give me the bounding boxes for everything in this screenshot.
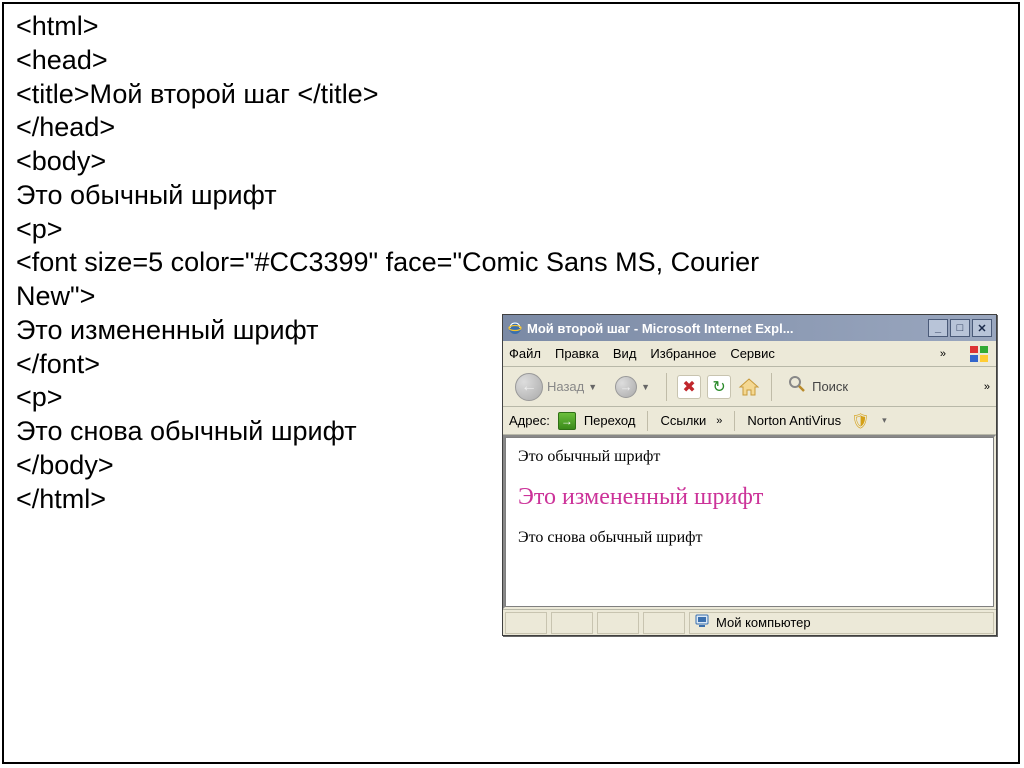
search-label: Поиск <box>812 379 848 394</box>
toolbar-separator <box>771 373 772 401</box>
navigation-toolbar: ← Назад ▼ → ▼ ✖ ↻ Поиск » <box>503 367 996 407</box>
antivirus-label[interactable]: Norton AntiVirus <box>747 413 841 428</box>
address-label: Адрес: <box>509 413 550 428</box>
menu-service[interactable]: Сервис <box>730 346 775 361</box>
back-label: Назад <box>547 379 584 394</box>
computer-icon <box>694 614 710 631</box>
status-cell <box>597 612 639 634</box>
windows-flag-icon <box>968 343 990 365</box>
toolbar-separator <box>734 411 735 431</box>
menu-bar: Файл Правка Вид Избранное Сервис » <box>503 341 996 367</box>
status-bar: Мой компьютер <box>503 609 996 635</box>
antivirus-dropdown-icon: ▾ <box>882 415 887 426</box>
status-zone-text: Мой компьютер <box>716 615 811 630</box>
forward-arrow-icon: → <box>615 376 637 398</box>
toolbar-separator <box>666 373 667 401</box>
menu-edit[interactable]: Правка <box>555 346 599 361</box>
go-icon[interactable]: → <box>558 412 576 430</box>
forward-dropdown-icon: ▼ <box>641 382 650 392</box>
status-cell <box>551 612 593 634</box>
menu-file[interactable]: Файл <box>509 346 541 361</box>
links-label[interactable]: Ссылки <box>660 413 706 428</box>
status-zone: Мой компьютер <box>689 612 994 634</box>
rendered-line-1: Это обычный шрифт <box>518 448 981 466</box>
ie-app-icon <box>507 320 523 336</box>
home-icon[interactable] <box>737 375 761 399</box>
back-arrow-icon: ← <box>515 373 543 401</box>
status-cell <box>505 612 547 634</box>
search-icon <box>788 375 806 398</box>
address-toolbar: Адрес: → Переход Ссылки » Norton AntiVir… <box>503 407 996 435</box>
antivirus-icon: 🛡 <box>851 412 870 430</box>
back-dropdown-icon: ▼ <box>588 382 597 392</box>
titlebar[interactable]: Мой второй шаг - Microsoft Internet Expl… <box>503 315 996 341</box>
minimize-button[interactable]: _ <box>928 319 948 337</box>
links-overflow-icon[interactable]: » <box>716 415 722 427</box>
slide-frame: <html> <head> <title>Мой второй шаг </ti… <box>2 2 1020 764</box>
back-button[interactable]: ← Назад ▼ <box>509 369 603 405</box>
page-content: Это обычный шрифт Это измененный шрифт Э… <box>505 437 994 607</box>
stop-icon[interactable]: ✖ <box>677 375 701 399</box>
menu-view[interactable]: Вид <box>613 346 637 361</box>
status-cell <box>643 612 685 634</box>
toolbar-separator <box>647 411 648 431</box>
forward-button[interactable]: → ▼ <box>609 372 656 402</box>
menu-favorites[interactable]: Избранное <box>650 346 716 361</box>
ie-browser-window: Мой второй шаг - Microsoft Internet Expl… <box>502 314 997 636</box>
toolbar-overflow-icon[interactable]: » <box>984 381 990 393</box>
refresh-icon[interactable]: ↻ <box>707 375 731 399</box>
menu-overflow-icon[interactable]: » <box>940 348 946 360</box>
content-border: Это обычный шрифт Это измененный шрифт Э… <box>503 435 996 609</box>
go-label[interactable]: Переход <box>584 413 636 428</box>
maximize-button[interactable]: □ <box>950 319 970 337</box>
close-button[interactable]: ✕ <box>972 319 992 337</box>
search-button[interactable]: Поиск <box>782 371 854 402</box>
rendered-line-3: Это снова обычный шрифт <box>518 529 981 547</box>
rendered-line-2: Это измененный шрифт <box>518 484 981 511</box>
window-title: Мой второй шаг - Microsoft Internet Expl… <box>527 321 928 336</box>
